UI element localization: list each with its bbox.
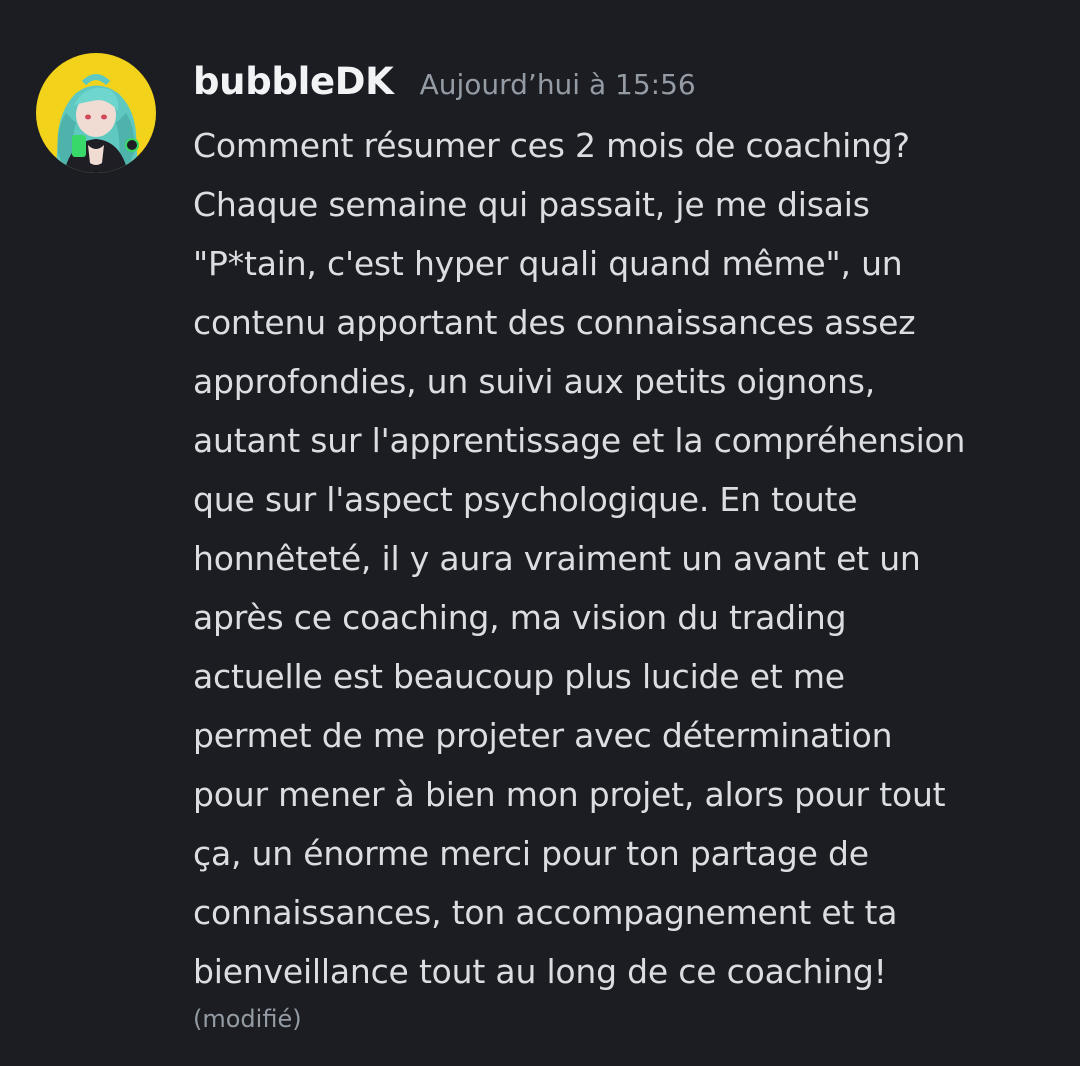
user-avatar[interactable] <box>36 53 156 173</box>
message-header: bubbleDK Aujourd’hui à 15:56 <box>193 60 1053 120</box>
username[interactable]: bubbleDK <box>193 60 394 103</box>
message-content: bubbleDK Aujourd’hui à 15:56 Comment rés… <box>193 60 1053 1033</box>
timestamp[interactable]: Aujourd’hui à 15:56 <box>420 68 696 101</box>
avatar-image <box>36 53 156 173</box>
edited-label: (modifié) <box>193 1005 302 1033</box>
chat-message: bubbleDK Aujourd’hui à 15:56 Comment rés… <box>0 0 1080 1066</box>
message-text: Comment résumer ces 2 mois de coaching? … <box>193 126 966 991</box>
